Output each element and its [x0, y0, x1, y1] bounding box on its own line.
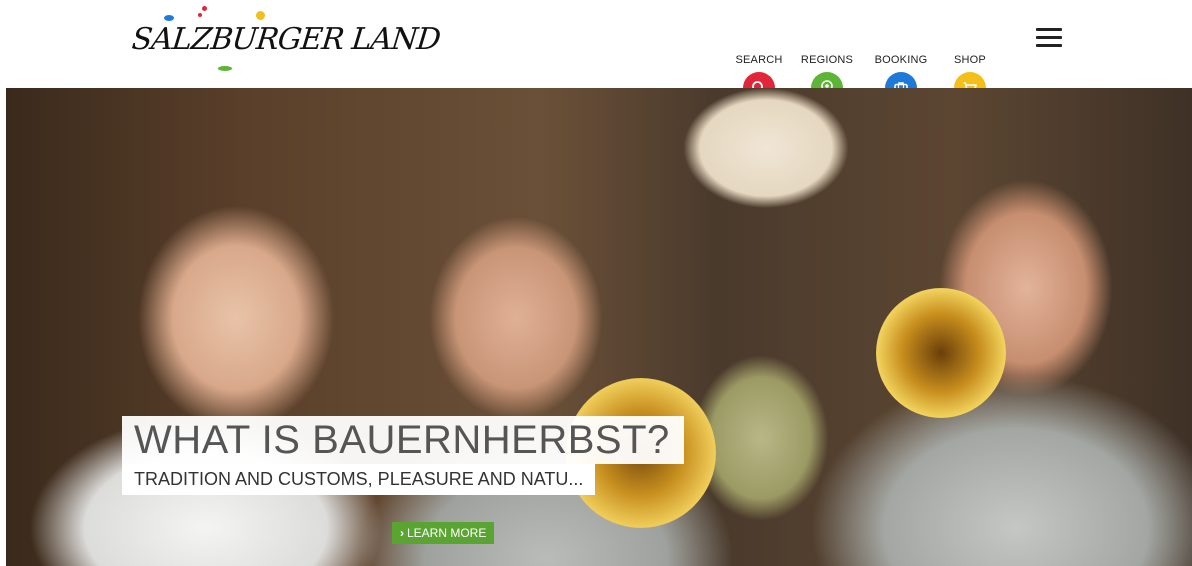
hamburger-line-1: [1036, 28, 1062, 31]
chevron-right-icon: ›: [400, 526, 404, 540]
hamburger-line-3: [1036, 44, 1062, 47]
hero-banner[interactable]: WHAT IS BAUERNHERBST? TRADITION AND CUST…: [6, 88, 1192, 566]
logo-dot-green: [218, 66, 232, 71]
logo-dot-yellow: [256, 11, 265, 20]
nav-shop-label: SHOP: [954, 54, 986, 66]
logo-wordmark: SALZBURGER LAND: [130, 22, 442, 57]
learn-more-button[interactable]: › LEARN MORE: [392, 522, 495, 544]
hamburger-line-2: [1036, 36, 1062, 39]
hero-photo-horn-right: [876, 288, 1006, 418]
hero-subheadline-box: TRADITION AND CUSTOMS, PLEASURE AND NATU…: [122, 464, 596, 495]
logo-dot-red-2: [198, 13, 202, 17]
salzburgerland-logo[interactable]: SALZBURGER LAND: [130, 4, 442, 74]
hero-subheadline: TRADITION AND CUSTOMS, PLEASURE AND NATU…: [134, 469, 584, 489]
learn-more-label: LEARN MORE: [407, 526, 487, 540]
nav-booking-label: BOOKING: [874, 54, 928, 66]
logo-dot-red: [202, 6, 207, 11]
logo-dot-blue: [164, 15, 174, 21]
hero-headline: WHAT IS BAUERNHERBST?: [134, 418, 670, 462]
nav-search-label: SEARCH: [735, 54, 783, 66]
site-header: SALZBURGER LAND SEARCH REGIONS BOOKING S…: [0, 0, 1192, 104]
nav-regions-label: REGIONS: [800, 54, 854, 66]
hamburger-menu-icon[interactable]: [1036, 28, 1062, 48]
hero-headline-box: WHAT IS BAUERNHERBST?: [122, 416, 684, 464]
